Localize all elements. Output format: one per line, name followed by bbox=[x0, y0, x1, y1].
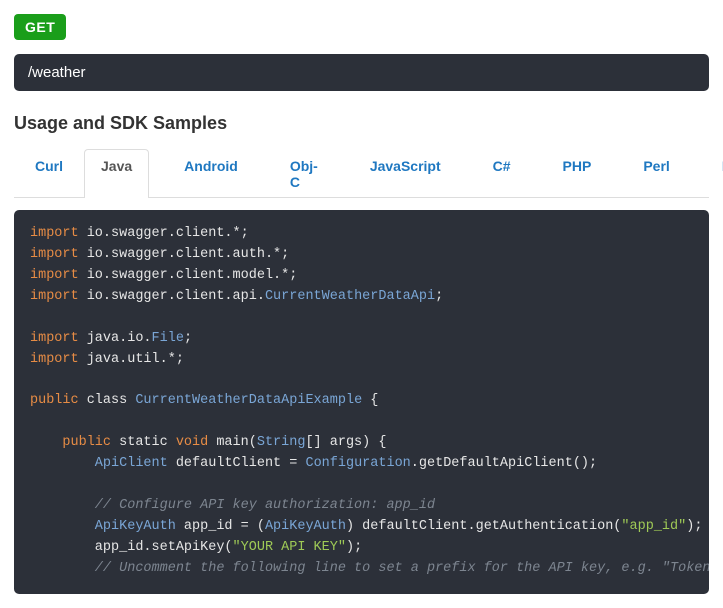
code-token: "app_id" bbox=[621, 519, 686, 534]
code-token: { bbox=[362, 393, 378, 408]
code-token: import bbox=[30, 268, 79, 283]
tab-android[interactable]: Android bbox=[167, 149, 255, 198]
code-token: File bbox=[152, 331, 184, 346]
code-token: .getDefaultApiClient(); bbox=[411, 456, 597, 471]
code-token: ; bbox=[184, 331, 192, 346]
tab-python[interactable]: Python bbox=[705, 149, 723, 198]
code-token: import bbox=[30, 331, 79, 346]
code-token: java.io. bbox=[79, 331, 152, 346]
code-token: public bbox=[30, 393, 79, 408]
code-token: import bbox=[30, 352, 79, 367]
tab-objc[interactable]: Obj-C bbox=[273, 149, 335, 198]
tab-javascript[interactable]: JavaScript bbox=[353, 149, 458, 198]
code-token: // Configure API key authorization: app_… bbox=[30, 498, 435, 513]
tab-java[interactable]: Java bbox=[84, 149, 149, 198]
endpoint-path: /weather bbox=[14, 54, 709, 91]
code-token: import bbox=[30, 226, 79, 241]
code-token: CurrentWeatherDataApiExample bbox=[135, 393, 362, 408]
code-token: defaultClient = bbox=[168, 456, 306, 471]
tab-csharp[interactable]: C# bbox=[476, 149, 528, 198]
code-token: io.swagger.client.*; bbox=[79, 226, 249, 241]
code-token: CurrentWeatherDataApi bbox=[265, 289, 435, 304]
code-token: ApiKeyAuth bbox=[265, 519, 346, 534]
code-token: ) defaultClient.getAuthentication( bbox=[346, 519, 621, 534]
code-token: io.swagger.client.model.*; bbox=[79, 268, 298, 283]
code-token: io.swagger.client.api. bbox=[79, 289, 265, 304]
code-token: import bbox=[30, 289, 79, 304]
code-token: // Uncomment the following line to set a… bbox=[30, 561, 709, 576]
code-token: ApiClient bbox=[30, 456, 168, 471]
code-sample: import io.swagger.client.*; import io.sw… bbox=[14, 210, 709, 594]
code-token: void bbox=[176, 435, 208, 450]
tab-curl[interactable]: Curl bbox=[18, 149, 80, 198]
code-token: ); bbox=[686, 519, 702, 534]
code-token: main( bbox=[208, 435, 257, 450]
code-token: class bbox=[79, 393, 136, 408]
code-token: Configuration bbox=[305, 456, 410, 471]
code-token: static bbox=[111, 435, 176, 450]
code-token: [] args) { bbox=[305, 435, 386, 450]
code-token: java.util.*; bbox=[79, 352, 184, 367]
code-token: app_id = ( bbox=[176, 519, 265, 534]
tab-perl[interactable]: Perl bbox=[626, 149, 686, 198]
code-token: ApiKeyAuth bbox=[30, 519, 176, 534]
language-tabs: Curl Java Android Obj-C JavaScript C# PH… bbox=[14, 148, 709, 198]
code-token: ; bbox=[435, 289, 443, 304]
http-method-badge: GET bbox=[14, 14, 66, 40]
code-token: public bbox=[30, 435, 111, 450]
section-title: Usage and SDK Samples bbox=[14, 113, 709, 134]
code-token: String bbox=[257, 435, 306, 450]
tab-php[interactable]: PHP bbox=[546, 149, 609, 198]
code-token: import bbox=[30, 247, 79, 262]
code-token: io.swagger.client.auth.*; bbox=[79, 247, 290, 262]
